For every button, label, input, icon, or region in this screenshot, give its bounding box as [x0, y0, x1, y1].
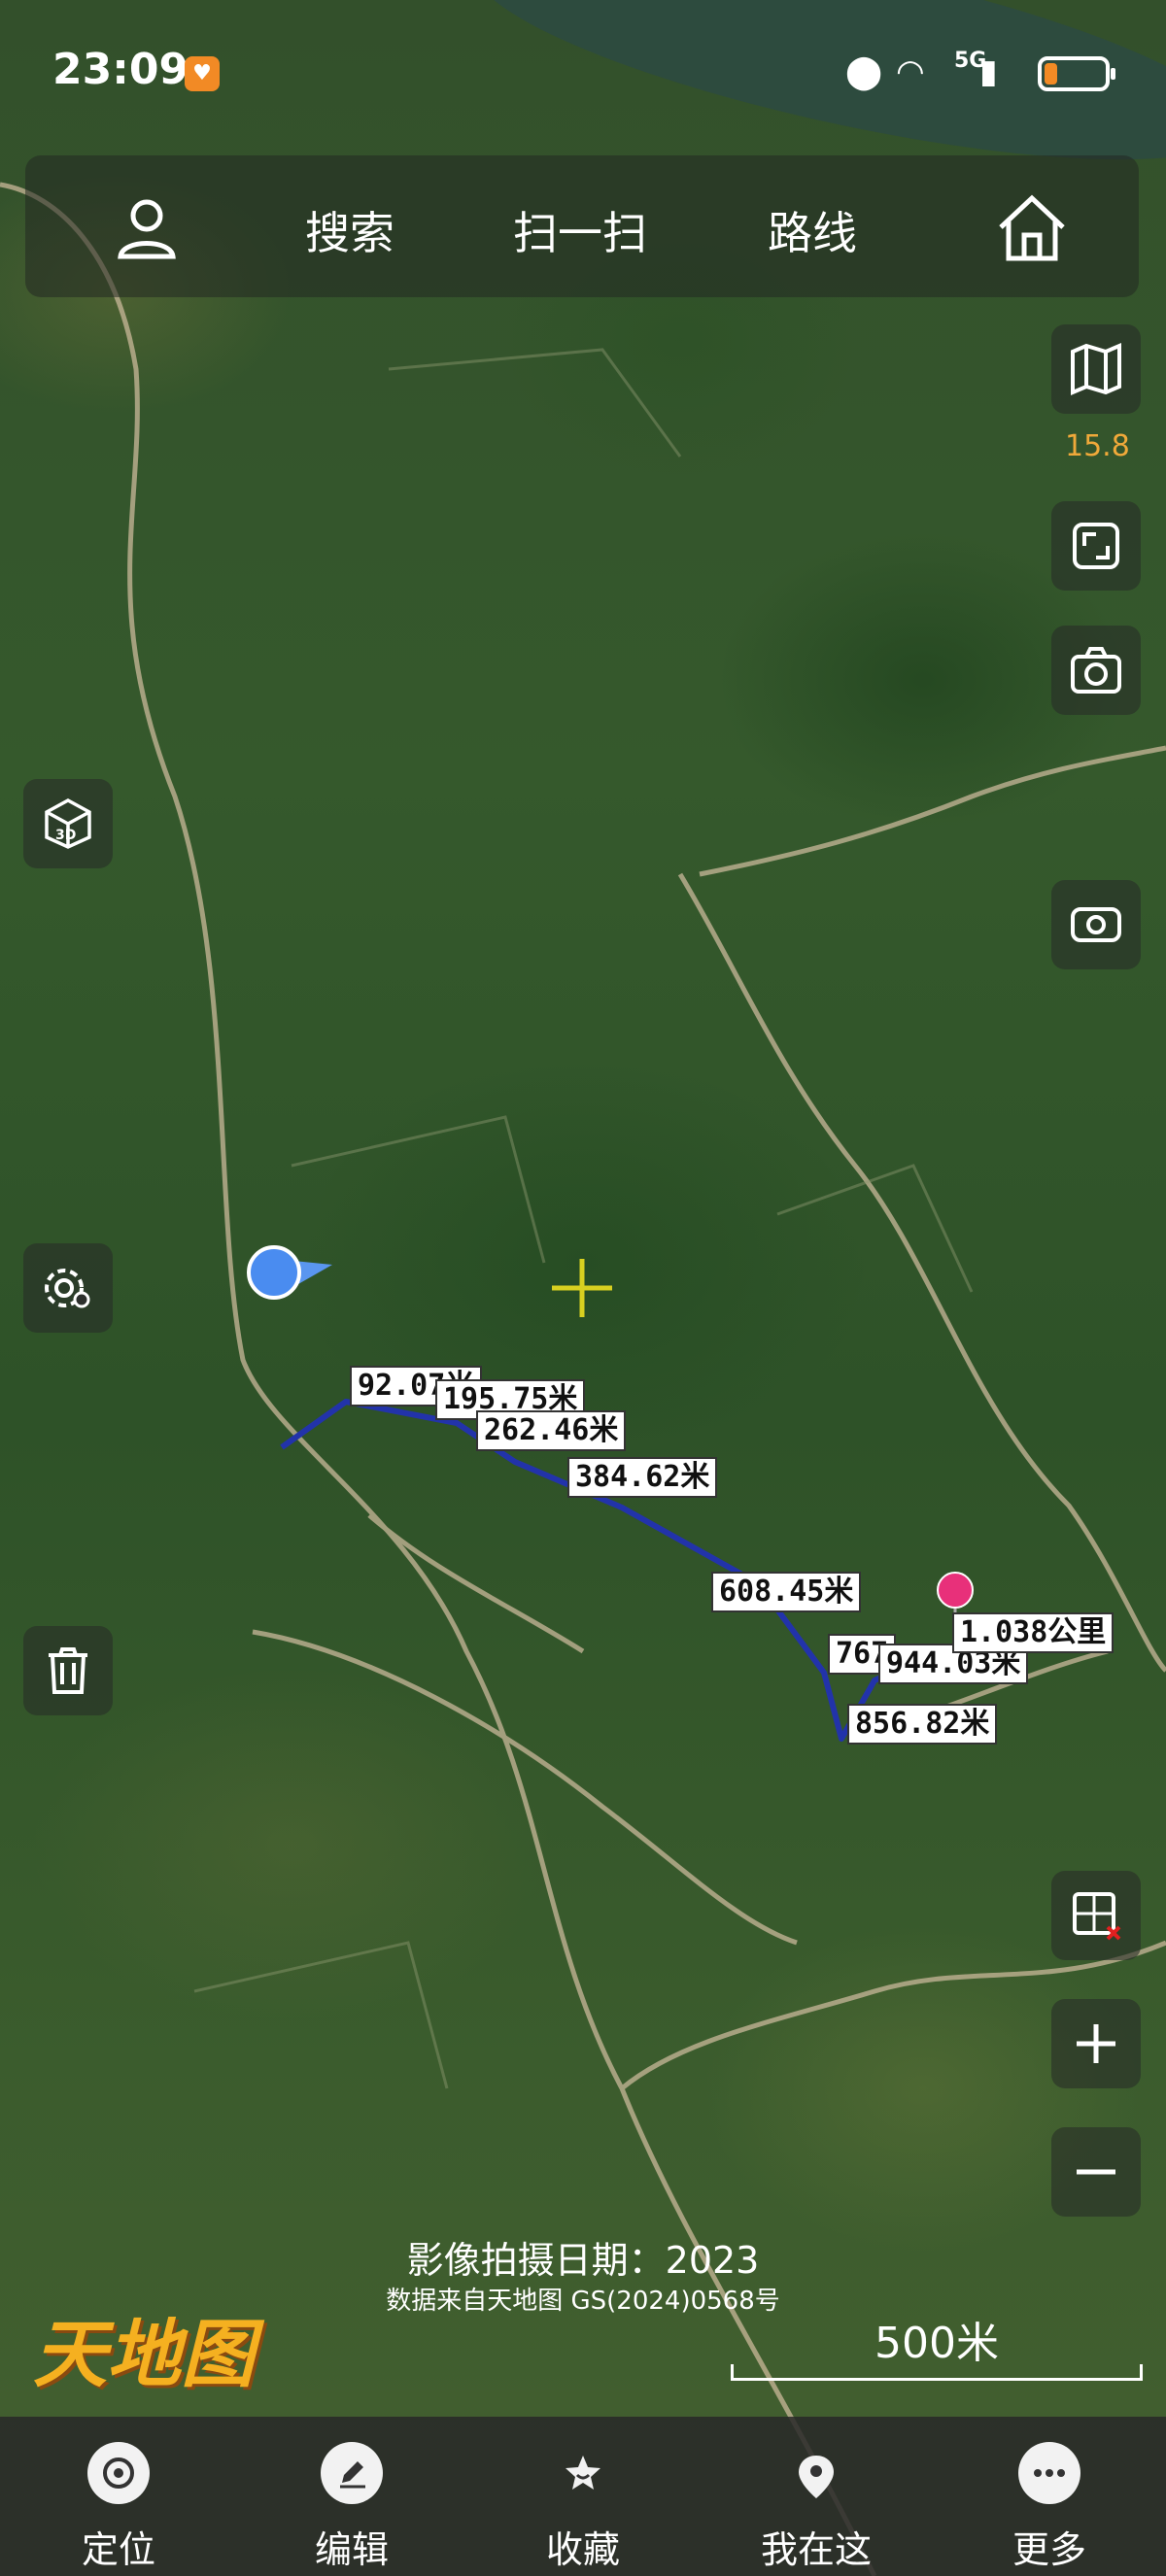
- location-pin-icon: [799, 2456, 834, 2498]
- distance-label: 384.62米: [567, 1457, 718, 1498]
- edit-icon: [340, 2461, 365, 2489]
- zoom-out-button[interactable]: [1051, 2127, 1141, 2217]
- zoom-in-icon: [1077, 2024, 1115, 2063]
- current-location-icon: [247, 1245, 332, 1300]
- distance-label: 856.82米: [847, 1704, 998, 1745]
- nav-favorite[interactable]: 收藏: [515, 2417, 651, 2576]
- scale-label: 500米: [874, 2319, 999, 2368]
- zoom-in-button[interactable]: [1051, 1999, 1141, 2088]
- nav-more[interactable]: 更多: [981, 2417, 1117, 2576]
- nav-label: 定位: [81, 2528, 155, 2571]
- route-line: [280, 1399, 974, 1742]
- measure-route-layer: [247, 1245, 974, 1742]
- destination-pin-icon: [937, 1572, 974, 1612]
- bottom-nav: 定位 编辑 收藏 我在这 更多: [0, 2417, 1166, 2576]
- distance-label: 608.45米: [711, 1572, 862, 1612]
- nav-label: 收藏: [545, 2528, 620, 2571]
- distance-label: 262.46米: [476, 1410, 627, 1451]
- more-icon: [1034, 2469, 1065, 2477]
- map-view[interactable]: 23:09 ♥ ⬤ ◠ 5G ▮ 搜索 扫一扫 路线 15.8 3D 92.07…: [0, 0, 1166, 2576]
- scale-bar: [731, 2364, 1143, 2381]
- crosshair-icon: [552, 1259, 612, 1317]
- locate-icon: [103, 2457, 134, 2489]
- nav-label: 编辑: [314, 2528, 389, 2571]
- nav-here[interactable]: 我在这: [748, 2417, 884, 2576]
- nav-label: 我在这: [760, 2528, 872, 2571]
- nav-edit[interactable]: 编辑: [284, 2417, 420, 2576]
- zoom-out-icon: [1077, 2169, 1115, 2175]
- clear-layer-button[interactable]: [1051, 1871, 1141, 1960]
- clear-layer-icon: [1073, 1892, 1121, 1941]
- imagery-date: 影像拍摄日期：2023: [406, 2239, 760, 2282]
- nav-locate[interactable]: 定位: [51, 2417, 187, 2576]
- tianditu-logo: 天地图: [33, 2311, 255, 2397]
- nav-label: 更多: [1012, 2528, 1086, 2571]
- total-distance-label: 1.038公里: [952, 1612, 1115, 1653]
- favorite-icon: [566, 2456, 600, 2490]
